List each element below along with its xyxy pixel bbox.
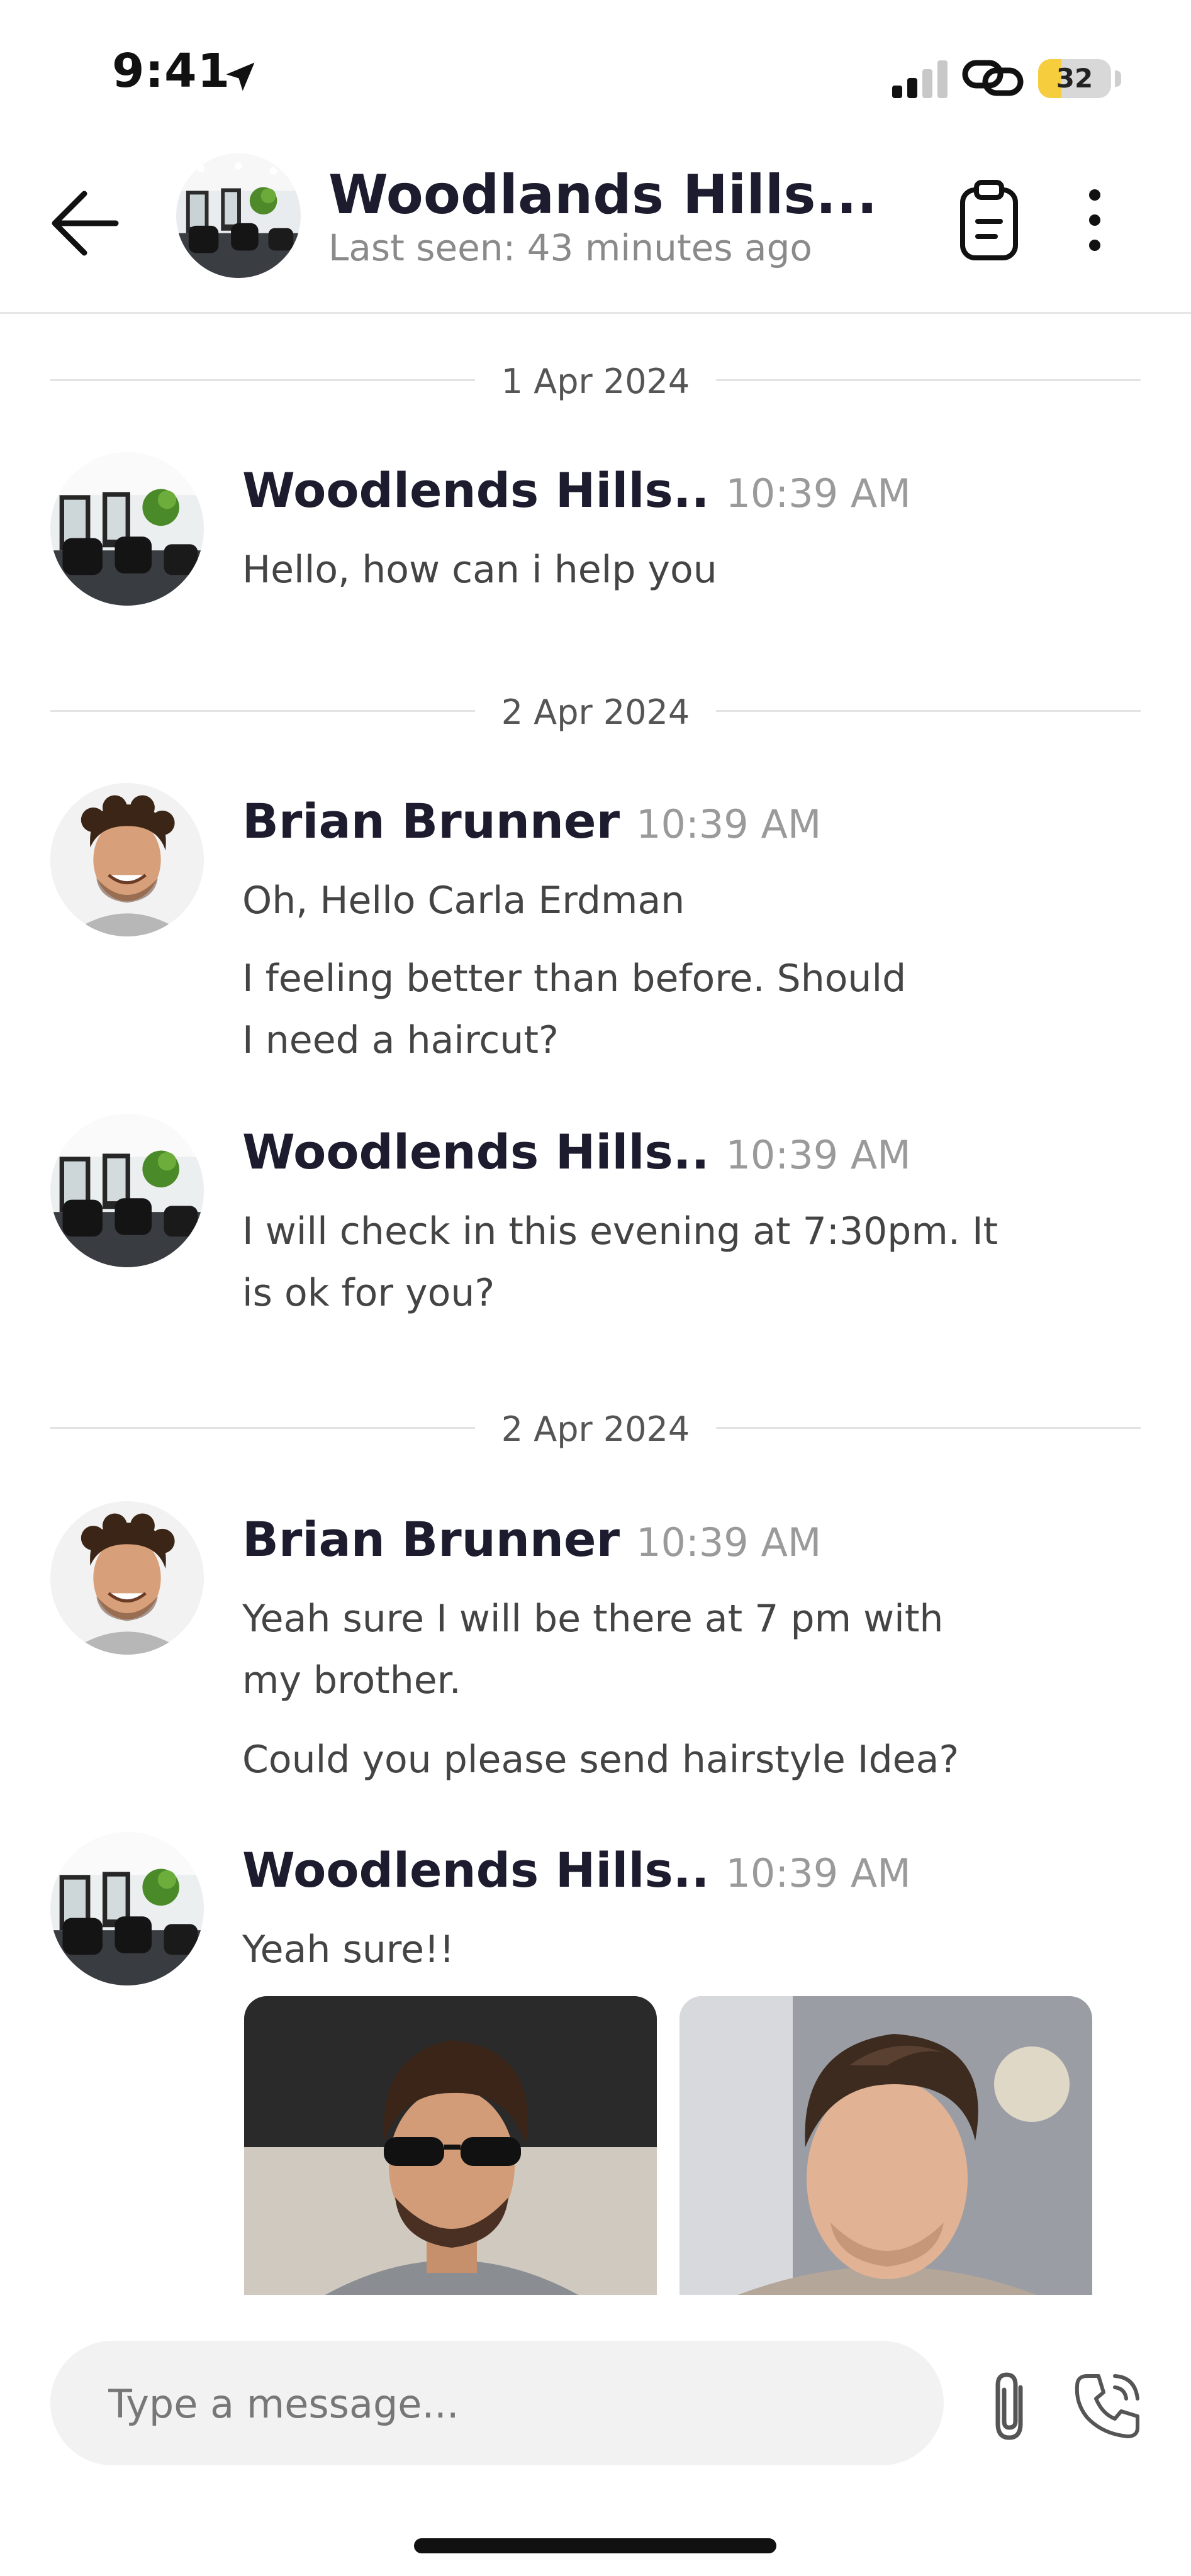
message-input[interactable] xyxy=(107,2341,915,2467)
salon-interior-avatar[interactable] xyxy=(50,1114,204,1267)
message-text: Hello, how can i help you xyxy=(242,548,717,592)
brian-avatar[interactable] xyxy=(50,783,204,936)
sender-name: Brian Brunner xyxy=(242,1511,620,1567)
date-separator: 2 Apr 2024 xyxy=(50,685,1141,735)
message-sender: Woodlends Hills.. 10:39 AM xyxy=(242,1842,911,1898)
salon-interior-avatar[interactable] xyxy=(50,1832,204,1985)
hairstyle-photo-1[interactable] xyxy=(244,1996,657,2295)
date-label: 2 Apr 2024 xyxy=(501,1409,690,1449)
hairstyle-photo-2[interactable] xyxy=(679,1996,1092,2295)
message-list[interactable]: 1 Apr 2024 Woodlends Hills.. 10:39 AM Hel… xyxy=(0,314,1191,2295)
date-separator: 2 Apr 2024 xyxy=(50,1402,1141,1452)
salon-interior-avatar[interactable] xyxy=(176,153,301,278)
back-arrow-icon[interactable] xyxy=(45,182,127,264)
message-time: 10:39 AM xyxy=(725,470,911,516)
sender-name: Woodlends Hills.. xyxy=(242,1842,710,1898)
battery-icon: 32 xyxy=(1038,59,1111,98)
status-time: 9:41 xyxy=(112,44,231,98)
message-text: Could you please send hairstyle Idea? xyxy=(242,1738,959,1782)
message-time: 10:39 AM xyxy=(725,1850,911,1896)
sender-name: Woodlends Hills.. xyxy=(242,462,710,518)
message-time: 10:39 AM xyxy=(725,1132,911,1178)
location-arrow-icon xyxy=(226,62,255,91)
date-label: 2 Apr 2024 xyxy=(501,692,690,732)
message-text: I will check in this evening at 7:30pm. … xyxy=(242,1209,998,1315)
link-icon xyxy=(962,60,1024,96)
home-indicator[interactable] xyxy=(414,2538,776,2553)
sender-name: Brian Brunner xyxy=(242,793,620,849)
status-bar: 9:41 32 xyxy=(0,0,1191,145)
sender-name: Woodlends Hills.. xyxy=(242,1124,710,1180)
clipboard-icon[interactable] xyxy=(951,176,1027,264)
message-sender: Brian Brunner 10:39 AM xyxy=(242,793,821,849)
date-separator: 1 Apr 2024 xyxy=(50,354,1141,404)
cellular-signal-icon xyxy=(892,60,948,98)
brian-avatar[interactable] xyxy=(50,1501,204,1655)
chat-title[interactable]: Woodlands Hills... xyxy=(328,164,878,226)
message-composer[interactable] xyxy=(50,2341,944,2467)
battery-level: 32 xyxy=(1056,63,1093,94)
message-text: I feeling better than before. Should I n… xyxy=(242,957,907,1062)
paperclip-icon[interactable] xyxy=(981,2368,1038,2444)
message-text: Oh, Hello Carla Erdman xyxy=(242,879,685,923)
message-time: 10:39 AM xyxy=(636,801,822,847)
message-text: Yeah sure!! xyxy=(242,1928,455,1972)
message-time: 10:39 AM xyxy=(636,1519,822,1565)
message-sender: Woodlends Hills.. 10:39 AM xyxy=(242,462,911,518)
date-label: 1 Apr 2024 xyxy=(501,362,690,401)
last-seen-status: Last seen: 43 minutes ago xyxy=(328,226,812,269)
more-vertical-icon[interactable] xyxy=(1070,182,1120,258)
message-sender: Woodlends Hills.. 10:39 AM xyxy=(242,1124,911,1180)
message-text: Yeah sure I will be there at 7 pm with m… xyxy=(242,1597,944,1702)
chat-header: Woodlands Hills... Last seen: 43 minutes… xyxy=(0,145,1191,314)
phone-call-icon[interactable] xyxy=(1070,2368,1145,2444)
battery-nub xyxy=(1115,70,1121,87)
salon-interior-avatar[interactable] xyxy=(50,452,204,606)
message-sender: Brian Brunner 10:39 AM xyxy=(242,1511,821,1567)
